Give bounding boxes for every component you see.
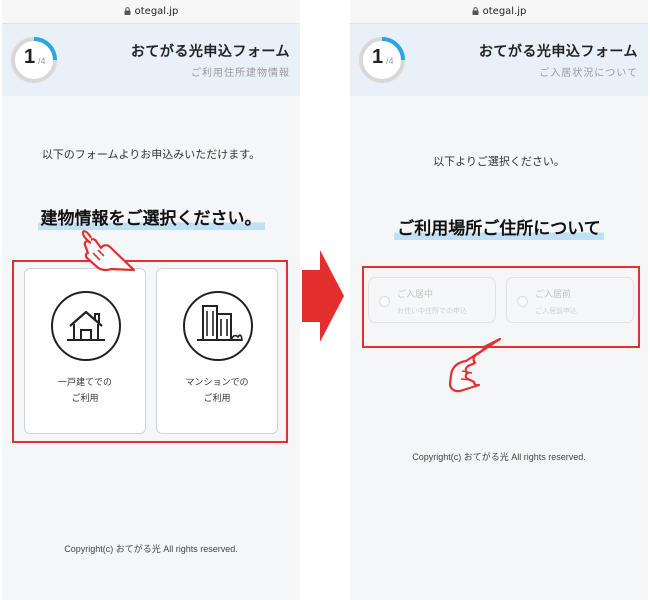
- step-progress-ring: 1 /4: [358, 36, 406, 84]
- form-subtitle: ご入居状況について: [539, 68, 638, 79]
- form-title: おてがる光申込フォーム: [478, 44, 638, 60]
- intro-text: 以下のフォームよりお申込みいただけます。: [41, 148, 261, 161]
- section-heading: ご利用場所ご住所について: [350, 214, 648, 240]
- progress-step: 1: [24, 46, 36, 68]
- lock-icon: [472, 6, 479, 15]
- form-header: 1 /4 おてがる光申込フォーム ご利用住所建物情報: [2, 24, 300, 96]
- progress-total: /4: [386, 56, 394, 66]
- next-step-arrow-icon: [302, 250, 344, 342]
- url-text: otegal.jp: [482, 6, 527, 17]
- pointing-hand-icon: [82, 230, 136, 272]
- section-heading: 建物情報をご選択ください。: [2, 204, 300, 230]
- browser-url-bar[interactable]: otegal.jp: [350, 0, 648, 24]
- section-heading-text: ご利用場所ご住所について: [394, 214, 604, 240]
- form-header: 1 /4 おてがる光申込フォーム ご入居状況について: [350, 24, 648, 96]
- lock-icon: [124, 6, 131, 15]
- intro-text: 以下よりご選択ください。: [433, 155, 565, 168]
- copyright-text: Copyright(c) おてがる光 All rights reserved.: [412, 452, 586, 462]
- tutorial-composite: otegal.jp 1 /4 おてがる光申込フォーム ご利用住所建物情報 以下の…: [0, 0, 650, 600]
- form-subtitle: ご利用住所建物情報: [191, 68, 290, 79]
- progress-step: 1: [372, 46, 384, 68]
- highlight-frame-building-options: [12, 260, 288, 443]
- url-text: otegal.jp: [134, 6, 179, 17]
- progress-total: /4: [38, 56, 46, 66]
- browser-url-bar[interactable]: otegal.jp: [2, 0, 300, 24]
- step-progress-ring: 1 /4: [10, 36, 58, 84]
- section-heading-text: 建物情報をご選択ください。: [37, 204, 265, 230]
- form-title: おてがる光申込フォーム: [130, 44, 290, 60]
- copyright-text: Copyright(c) おてがる光 All rights reserved.: [64, 544, 238, 554]
- pointing-hand-icon: [448, 337, 502, 393]
